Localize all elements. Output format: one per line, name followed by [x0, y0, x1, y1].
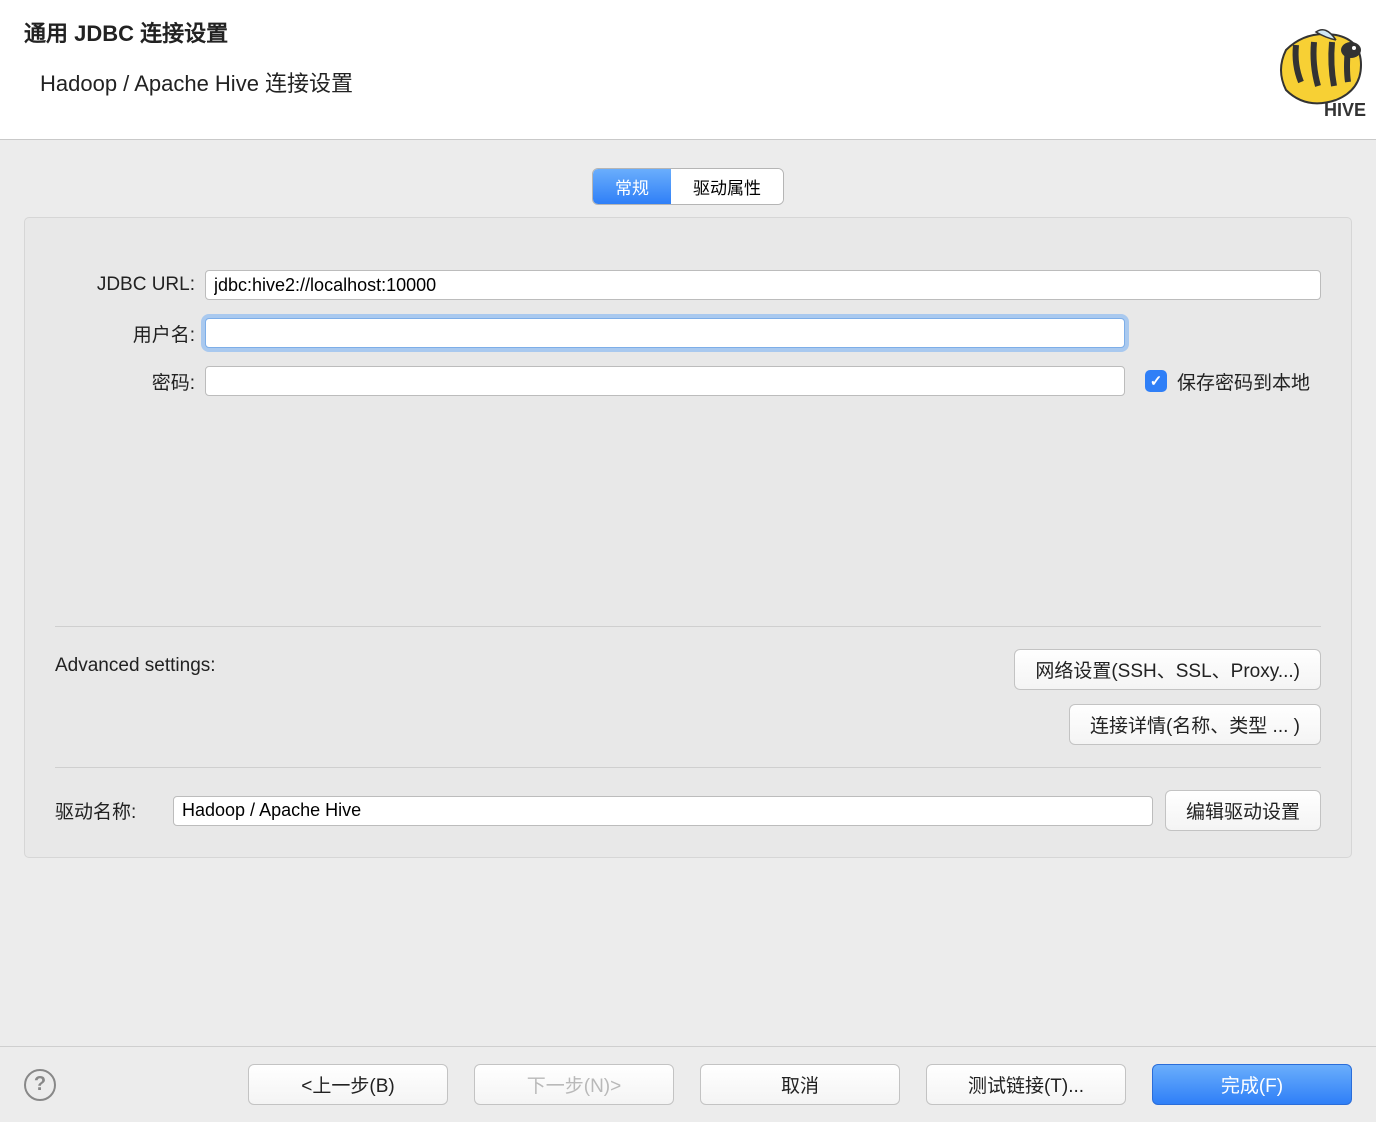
password-input[interactable] — [205, 366, 1125, 396]
advanced-label: Advanced settings: — [55, 649, 216, 677]
password-row: 密码: ✓ 保存密码到本地 — [55, 366, 1321, 396]
tab-group: 常规 驱动属性 — [592, 168, 784, 205]
driver-row: 驱动名称: 编辑驱动设置 — [55, 790, 1321, 831]
jdbc-url-row: JDBC URL: — [55, 270, 1321, 300]
test-connection-button[interactable]: 测试链接(T)... — [926, 1064, 1126, 1105]
tab-bar: 常规 驱动属性 — [24, 168, 1352, 205]
edit-driver-button[interactable]: 编辑驱动设置 — [1165, 790, 1321, 831]
hive-logo-icon: HIVE — [1266, 20, 1376, 120]
back-button[interactable]: <上一步(B) — [248, 1064, 448, 1105]
username-label: 用户名: — [55, 320, 205, 347]
connection-details-button[interactable]: 连接详情(名称、类型 ... ) — [1069, 704, 1321, 745]
form-panel: JDBC URL: 用户名: 密码: ✓ 保存密码到本地 Advanced se… — [24, 217, 1352, 858]
footer-buttons: <上一步(B) 下一步(N)> 取消 测试链接(T)... 完成(F) — [248, 1064, 1352, 1105]
dialog-header: 通用 JDBC 连接设置 Hadoop / Apache Hive 连接设置 H… — [0, 0, 1376, 140]
cancel-button[interactable]: 取消 — [700, 1064, 900, 1105]
tab-general[interactable]: 常规 — [593, 169, 671, 204]
divider — [55, 767, 1321, 768]
username-row: 用户名: — [55, 318, 1321, 348]
help-icon[interactable]: ? — [24, 1069, 56, 1101]
save-password-checkbox-wrap[interactable]: ✓ 保存密码到本地 — [1145, 368, 1310, 395]
save-password-label: 保存密码到本地 — [1177, 368, 1310, 395]
jdbc-url-label: JDBC URL: — [55, 274, 205, 296]
dialog-subtitle: Hadoop / Apache Hive 连接设置 — [40, 66, 1352, 98]
jdbc-url-input[interactable] — [205, 270, 1321, 300]
dialog-content: 常规 驱动属性 JDBC URL: 用户名: 密码: ✓ 保存密码到本地 Adv… — [0, 140, 1376, 858]
advanced-buttons: 网络设置(SSH、SSL、Proxy...) 连接详情(名称、类型 ... ) — [1014, 649, 1321, 745]
dialog-title: 通用 JDBC 连接设置 — [24, 16, 1352, 48]
svg-text:HIVE: HIVE — [1324, 100, 1366, 120]
tab-driver-properties[interactable]: 驱动属性 — [671, 169, 783, 204]
dialog-footer: ? <上一步(B) 下一步(N)> 取消 测试链接(T)... 完成(F) — [0, 1046, 1376, 1122]
finish-button[interactable]: 完成(F) — [1152, 1064, 1352, 1105]
driver-name-input[interactable] — [173, 796, 1153, 826]
divider — [55, 626, 1321, 627]
driver-name-label: 驱动名称: — [55, 797, 161, 824]
next-button[interactable]: 下一步(N)> — [474, 1064, 674, 1105]
network-settings-button[interactable]: 网络设置(SSH、SSL、Proxy...) — [1014, 649, 1321, 690]
advanced-row: Advanced settings: 网络设置(SSH、SSL、Proxy...… — [55, 649, 1321, 745]
check-icon: ✓ — [1145, 370, 1167, 392]
password-label: 密码: — [55, 368, 205, 395]
username-input[interactable] — [205, 318, 1125, 348]
